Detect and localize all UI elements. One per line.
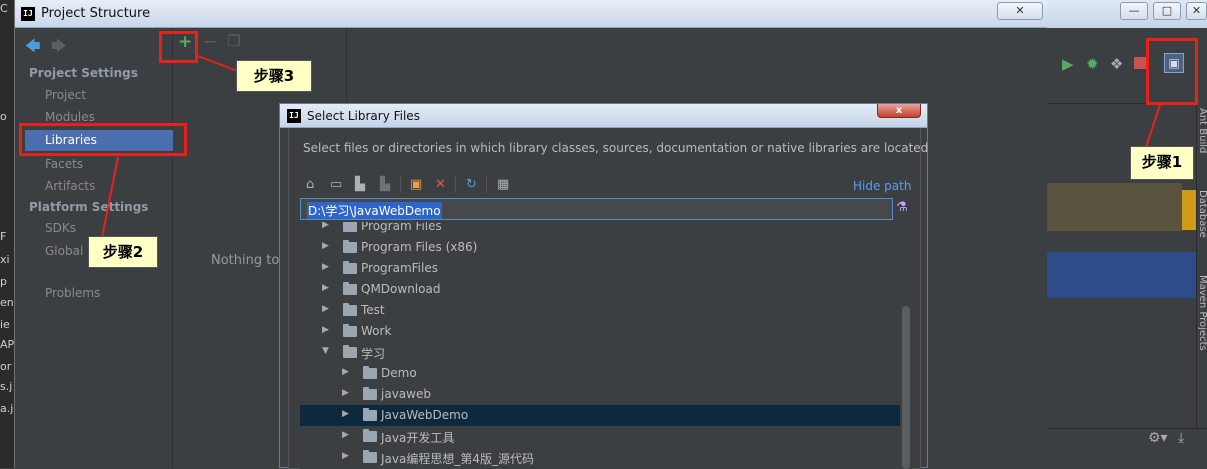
step1-callout: 步骤1 [1130, 146, 1194, 180]
step2-callout: 步骤2 [88, 236, 158, 268]
step1-highlight [1146, 38, 1198, 105]
step3-connector [197, 55, 241, 73]
step2-connector [101, 156, 119, 239]
step3-callout: 步骤3 [236, 60, 312, 92]
step3-highlight [159, 31, 198, 63]
step1-connector [1144, 104, 1161, 151]
step2-highlight [19, 123, 187, 156]
annotation-connectors [101, 55, 1161, 239]
